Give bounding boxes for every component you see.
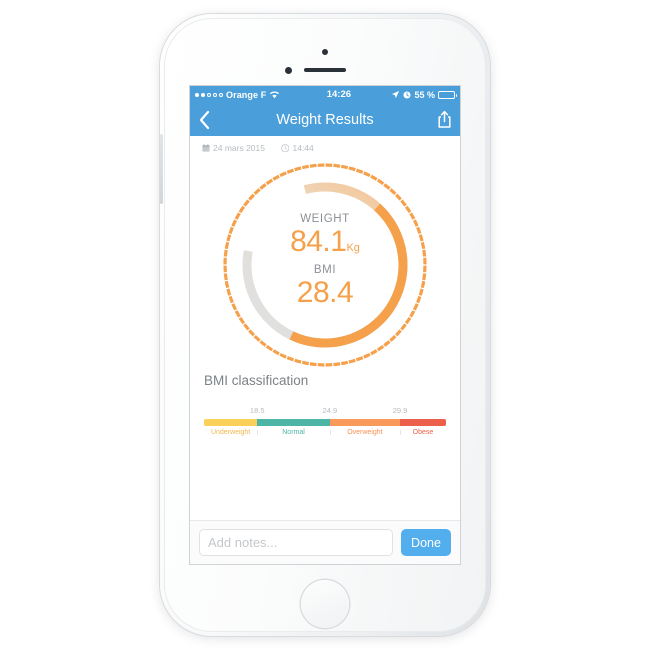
carrier-name: Orange F <box>226 89 267 100</box>
proximity-sensor-icon <box>285 67 292 74</box>
bmi-threshold: 29.9 <box>392 406 408 415</box>
phone-device: Orange F 14:26 55 % Weight Results 24 ma… <box>160 14 490 636</box>
phone-screen: Orange F 14:26 55 % Weight Results 24 ma… <box>190 86 460 564</box>
home-button[interactable] <box>301 580 349 628</box>
measurement-meta: 24 mars 2015 14:44 <box>190 136 460 157</box>
bmi-segment-label: Obese <box>400 429 446 436</box>
share-button[interactable] <box>437 110 452 129</box>
battery-icon <box>438 90 457 99</box>
bmi-segment <box>329 419 400 426</box>
date-meta: 24 mars 2015 <box>202 143 265 153</box>
gauge-readout: WEIGHT 84.1Kg BMI 28.4 <box>190 213 460 308</box>
time-meta: 14:44 <box>281 143 314 153</box>
bmi-segment <box>400 419 446 426</box>
clock-icon <box>281 143 290 153</box>
status-bar-left: Orange F <box>195 90 280 100</box>
weight-unit: Kg <box>346 242 360 255</box>
location-arrow-icon <box>391 90 400 99</box>
status-bar: Orange F 14:26 55 % <box>190 86 460 103</box>
battery-percent-label: 55 % <box>414 89 435 100</box>
bmi-classification-section: BMI classification 18.5 24.9 29.9 Underwei… <box>190 373 460 436</box>
done-button[interactable]: Done <box>401 529 451 556</box>
bmi-threshold: 24.9 <box>322 406 338 415</box>
weight-gauge: WEIGHT 84.1Kg BMI 28.4 <box>190 157 460 373</box>
bmi-color-bar <box>204 419 446 426</box>
back-button[interactable] <box>198 110 211 130</box>
bmi-segment <box>257 419 330 426</box>
bmi-threshold-labels: 18.5 24.9 29.9 <box>204 406 446 417</box>
bmi-segment-label: Overweight <box>329 429 400 436</box>
notes-toolbar: Done <box>190 520 460 564</box>
calendar-icon <box>202 144 210 152</box>
page-title: Weight Results <box>276 111 374 128</box>
wifi-icon <box>269 90 280 99</box>
measurement-date: 24 mars 2015 <box>213 143 265 153</box>
measurement-time: 14:44 <box>292 143 314 153</box>
bmi-classification-title: BMI classification <box>204 373 309 388</box>
bmi-category-labels: Underweight Normal Overweight Obese <box>204 429 446 436</box>
bmi-value: 28.4 <box>296 275 354 309</box>
alarm-clock-icon <box>403 90 412 99</box>
bmi-segment-label: Underweight <box>210 429 251 436</box>
signal-strength-icon <box>195 92 223 97</box>
bmi-scale-chart: 18.5 24.9 29.9 Underweight Normal Overweight… <box>204 406 446 436</box>
weight-readout: 84.1Kg <box>190 226 460 258</box>
status-bar-clock: 14:26 <box>326 89 352 100</box>
bmi-segment <box>204 419 258 426</box>
status-bar-right: 55 % <box>391 89 457 100</box>
front-camera-icon <box>322 49 328 55</box>
earpiece-speaker-icon <box>304 68 346 72</box>
navigation-bar: Weight Results <box>190 103 460 136</box>
weight-value: 84.1 <box>290 225 347 259</box>
bmi-threshold: 18.5 <box>249 406 265 415</box>
bmi-label: BMI <box>313 263 337 276</box>
volume-button[interactable] <box>160 134 163 204</box>
bmi-segment-label: Normal <box>257 429 330 436</box>
notes-input[interactable] <box>199 529 393 556</box>
